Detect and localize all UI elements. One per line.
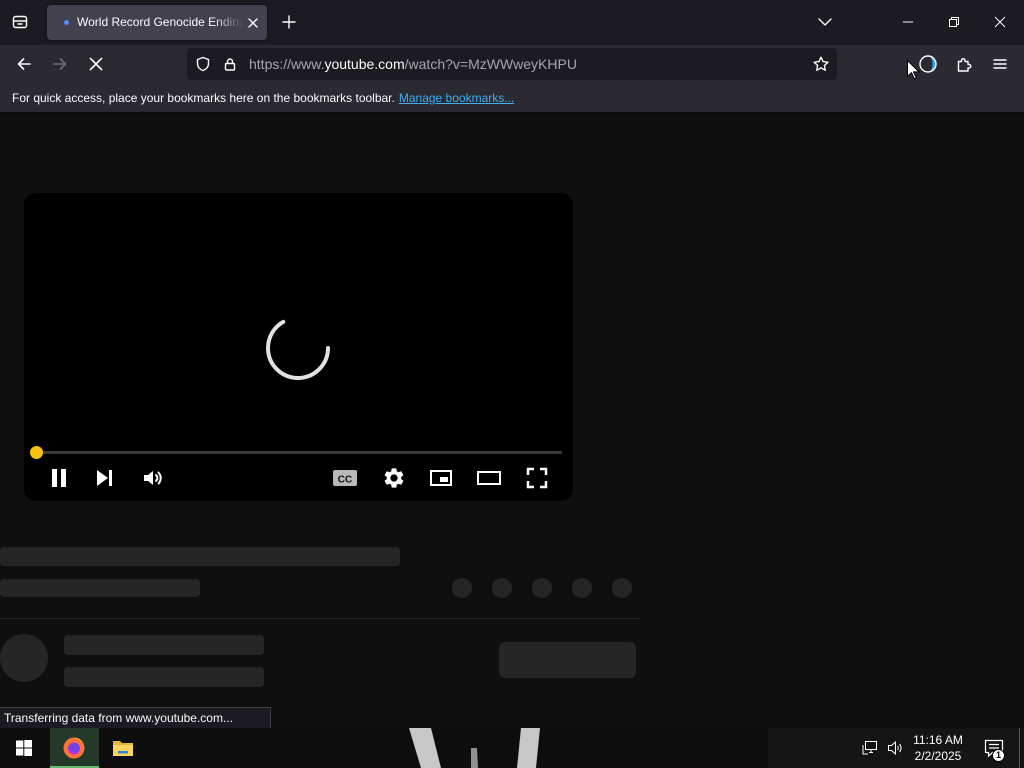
miniplayer-button[interactable] xyxy=(429,466,453,490)
next-button[interactable] xyxy=(93,466,117,490)
minimize-icon xyxy=(903,21,913,23)
url-domain: youtube.com xyxy=(324,56,405,72)
taskbar-file-explorer[interactable] xyxy=(99,728,147,768)
clock-date: 2/2/2025 xyxy=(914,749,962,763)
close-icon xyxy=(994,16,1006,28)
bookmarks-toolbar-message: For quick access, place your bookmarks h… xyxy=(12,85,514,112)
theater-mode-button[interactable] xyxy=(477,466,501,490)
volume-tray-button[interactable] xyxy=(883,728,907,768)
restore-icon xyxy=(949,17,959,27)
action-button-skeleton xyxy=(532,578,552,598)
site-security-button[interactable] xyxy=(223,57,237,71)
url-prefix: https://www. xyxy=(249,56,325,72)
subscribe-button-skeleton xyxy=(499,642,636,678)
show-desktop-button[interactable] xyxy=(1019,728,1024,768)
loading-spinner-icon xyxy=(266,316,330,380)
tracking-protection-button[interactable] xyxy=(190,51,216,77)
url-path: /watch?v=MzWWweyKHPU xyxy=(404,56,577,72)
video-meta-skeleton xyxy=(0,579,200,597)
arrow-left-icon xyxy=(17,58,31,70)
url-text[interactable]: https://www.youtube.com/watch?v=MzWWweyK… xyxy=(249,48,577,80)
start-button[interactable] xyxy=(0,728,48,768)
firefox-view-button[interactable] xyxy=(6,8,34,36)
taskbar-clock[interactable]: 11:16 AM 2/2/2025 xyxy=(905,728,971,768)
manage-bookmarks-link[interactable]: Manage bookmarks... xyxy=(399,91,514,105)
taskbar-wallpaper-shape xyxy=(409,728,540,768)
captions-label: CC xyxy=(338,474,352,485)
file-explorer-icon xyxy=(113,741,133,756)
theater-mode-icon xyxy=(477,471,501,485)
status-panel: Transferring data from www.youtube.com..… xyxy=(0,707,271,728)
next-icon xyxy=(97,470,112,486)
description-divider xyxy=(0,618,640,619)
list-all-tabs-button[interactable] xyxy=(811,8,839,36)
action-button-skeleton xyxy=(492,578,512,598)
back-button[interactable] xyxy=(8,48,40,80)
channel-subscribers-skeleton xyxy=(64,667,264,687)
windows-start-icon xyxy=(16,740,32,756)
volume-icon xyxy=(888,740,902,756)
network-tray-button[interactable] xyxy=(858,728,882,768)
extensions-icon xyxy=(957,58,972,72)
plus-icon xyxy=(282,15,296,29)
network-icon xyxy=(862,741,877,755)
taskbar-firefox[interactable] xyxy=(50,728,99,768)
miniplayer-icon xyxy=(430,470,452,486)
tab-bar: World Record Genocide Ending xyxy=(0,0,1024,45)
notification-count: 1 xyxy=(995,750,1001,760)
chevron-down-icon xyxy=(818,18,832,26)
mouse-cursor-icon xyxy=(907,59,921,80)
video-title-skeleton xyxy=(0,547,400,566)
lock-icon xyxy=(224,58,236,71)
minimize-button[interactable] xyxy=(885,0,931,44)
channel-avatar-skeleton xyxy=(0,634,48,682)
url-bar[interactable]: https://www.youtube.com/watch?v=MzWWweyK… xyxy=(187,48,837,80)
shield-icon xyxy=(196,56,210,72)
tab-active[interactable]: World Record Genocide Ending xyxy=(47,5,267,40)
stop-icon xyxy=(89,57,103,71)
arrow-right-icon xyxy=(53,58,67,70)
action-button-skeleton xyxy=(572,578,592,598)
forward-button[interactable] xyxy=(44,48,76,80)
star-icon xyxy=(813,56,829,72)
stop-button[interactable] xyxy=(80,48,112,80)
pause-button[interactable] xyxy=(47,466,71,490)
volume-icon xyxy=(144,471,162,485)
account-icon xyxy=(919,55,937,73)
action-center-button[interactable]: 1 xyxy=(972,728,1016,768)
pause-icon xyxy=(52,469,66,487)
windows-taskbar: 11:16 AM 2/2/2025 1 xyxy=(0,728,1024,768)
notification-badge: 1 xyxy=(992,749,1005,762)
restore-button[interactable] xyxy=(931,0,977,44)
settings-icon xyxy=(384,468,404,488)
tab-title: World Record Genocide Ending xyxy=(77,15,243,29)
close-window-button[interactable] xyxy=(977,0,1023,44)
bookmarks-empty-message: For quick access, place your bookmarks h… xyxy=(12,91,395,105)
action-button-skeleton xyxy=(612,578,632,598)
menu-icon xyxy=(993,59,1007,69)
navigation-toolbar: https://www.youtube.com/watch?v=MzWWweyK… xyxy=(0,45,1024,85)
captions-button[interactable]: CC xyxy=(332,466,358,490)
settings-button[interactable] xyxy=(382,466,406,490)
action-button-skeleton xyxy=(452,578,472,598)
captions-icon: CC xyxy=(333,470,357,486)
bookmark-page-button[interactable] xyxy=(808,51,834,77)
bookmarks-toolbar: For quick access, place your bookmarks h… xyxy=(0,85,1024,113)
progress-scrubber[interactable] xyxy=(29,445,43,459)
firefox-view-icon xyxy=(12,15,28,29)
extensions-button[interactable] xyxy=(948,48,980,80)
channel-name-skeleton xyxy=(64,635,264,655)
mute-button[interactable] xyxy=(141,466,165,490)
progress-bar[interactable] xyxy=(36,450,562,454)
fullscreen-icon xyxy=(526,467,548,489)
tab-close-button[interactable] xyxy=(244,14,261,31)
fullscreen-button[interactable] xyxy=(525,466,549,490)
close-icon xyxy=(247,17,258,28)
firefox-icon xyxy=(63,737,85,759)
app-menu-button[interactable] xyxy=(984,48,1016,80)
tab-loading-indicator xyxy=(64,20,69,25)
new-tab-button[interactable] xyxy=(275,8,303,36)
video-player[interactable]: CC xyxy=(24,193,573,501)
clock-time: 11:16 AM xyxy=(913,733,963,747)
